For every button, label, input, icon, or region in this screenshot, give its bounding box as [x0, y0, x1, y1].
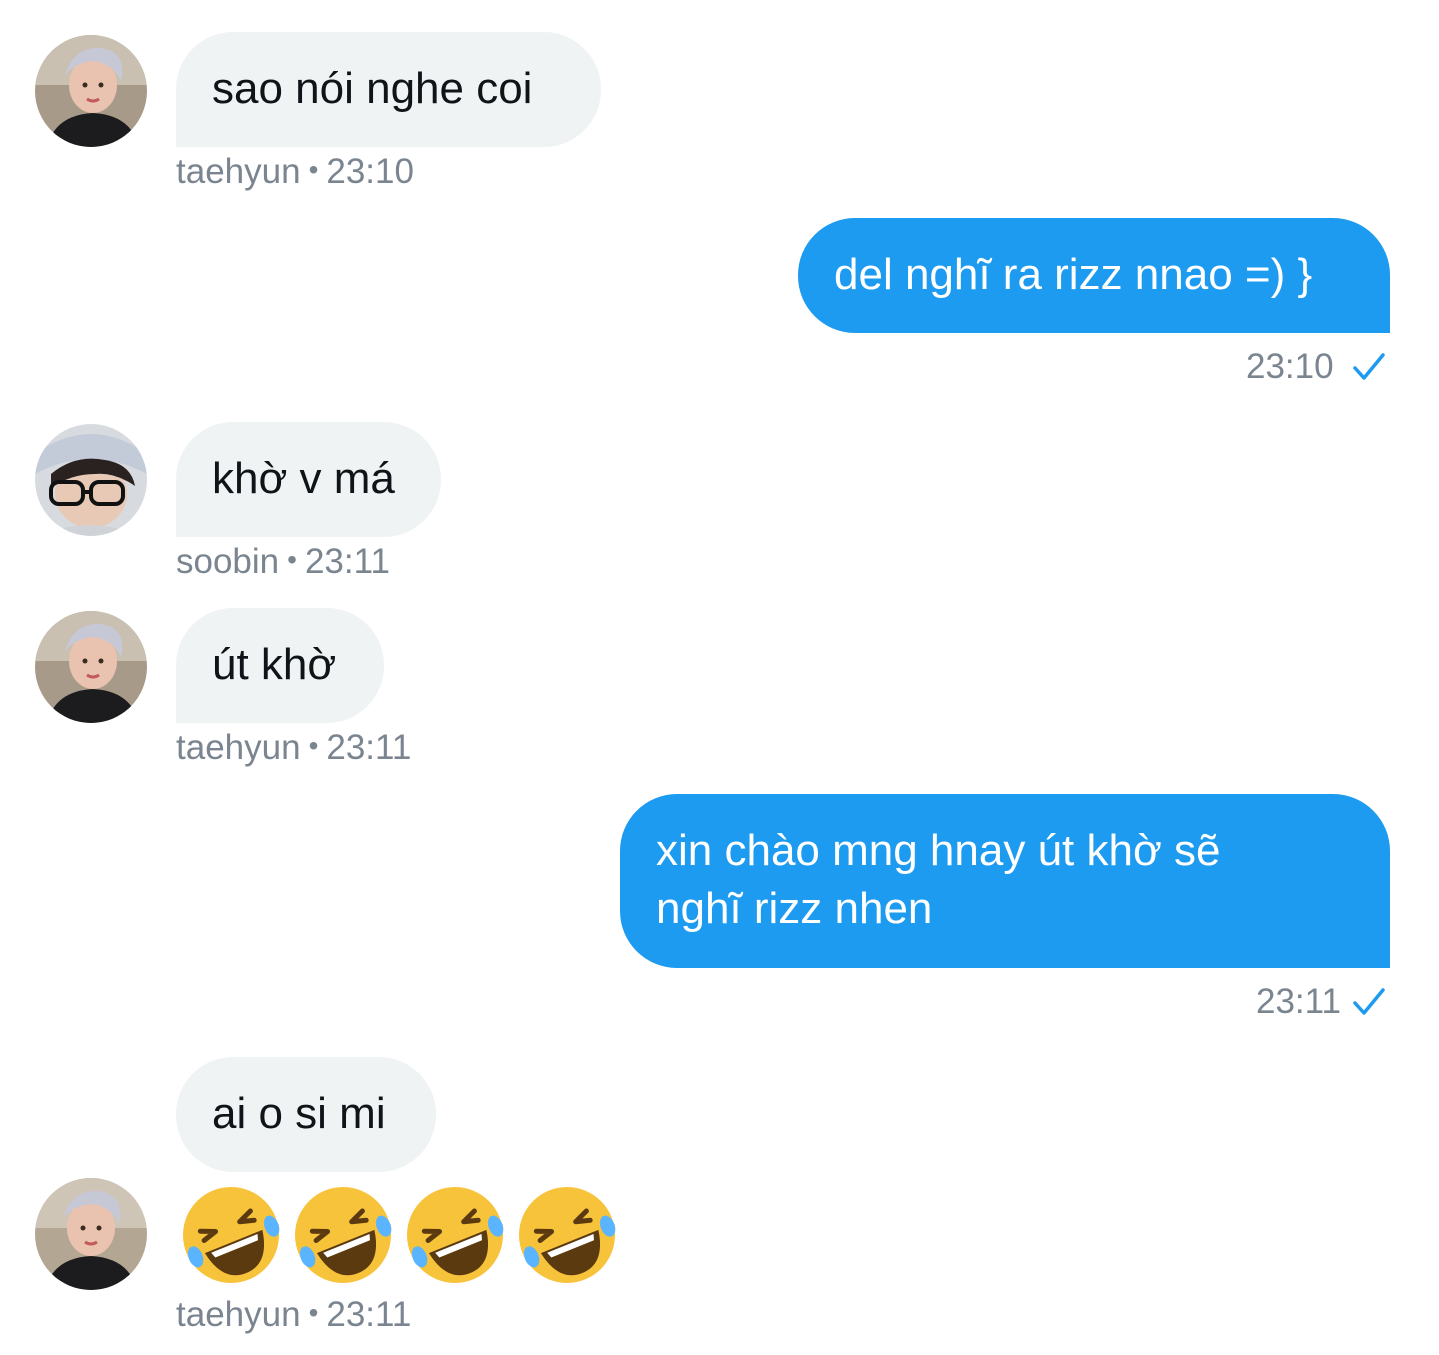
separator-dot: •	[308, 1297, 319, 1328]
taehyun-avatar-image	[35, 35, 147, 147]
taehyun-avatar-image	[35, 611, 147, 723]
message-meta: taehyun • 23:11	[176, 728, 411, 770]
timestamp: 23:11	[326, 1295, 412, 1334]
avatar[interactable]	[35, 424, 147, 536]
message-text: út khờ	[212, 640, 337, 689]
timestamp: 23:10	[326, 152, 414, 191]
avatar[interactable]	[35, 611, 147, 723]
message-text-line: nghĩ rizz nhen	[656, 884, 933, 933]
timestamp: 23:11	[1256, 982, 1341, 1021]
message-meta: soobin • 23:11	[176, 542, 390, 584]
message-bubble[interactable]: út khờ	[176, 608, 384, 723]
rolling-on-floor-laughing-icon	[295, 1187, 392, 1283]
separator-dot: •	[308, 154, 319, 185]
message-meta: 23:11	[1256, 982, 1341, 1022]
avatar[interactable]	[35, 35, 147, 147]
separator-dot: •	[308, 730, 319, 761]
rolling-on-floor-laughing-icon	[183, 1187, 280, 1283]
message-bubble[interactable]: khờ v má	[176, 422, 441, 537]
timestamp: 23:11	[326, 728, 412, 767]
message-text: sao nói nghe coi	[212, 64, 533, 113]
timestamp: 23:10	[1246, 347, 1334, 386]
sender-name[interactable]: taehyun	[176, 1295, 301, 1334]
taehyun-avatar-image	[35, 1178, 147, 1290]
message-text: ai o si mi	[212, 1089, 386, 1138]
message-bubble[interactable]: ai o si mi	[176, 1057, 436, 1172]
message-bubble[interactable]: del nghĩ ra rizz nnao =) }	[798, 218, 1390, 333]
separator-dot: •	[287, 544, 297, 575]
checkmark-icon	[1353, 988, 1385, 1015]
message-meta: taehyun • 23:10	[176, 152, 414, 194]
message-bubble[interactable]: sao nói nghe coi	[176, 32, 601, 147]
message-meta: 23:10	[1246, 347, 1334, 387]
rolling-on-floor-laughing-icon	[519, 1187, 616, 1283]
emoji-message[interactable]	[176, 1180, 622, 1290]
message-text-line: xin chào mng hnay út khờ sẽ	[656, 826, 1221, 875]
avatar[interactable]	[35, 1178, 147, 1290]
sender-name[interactable]: taehyun	[176, 728, 301, 767]
sender-name[interactable]: taehyun	[176, 152, 301, 191]
message-text: del nghĩ ra rizz nnao =) }	[834, 250, 1313, 299]
message-bubble[interactable]: xin chào mng hnay út khờ sẽ nghĩ rizz nh…	[620, 794, 1390, 968]
rolling-on-floor-laughing-icon	[407, 1187, 504, 1283]
timestamp: 23:11	[304, 542, 390, 581]
soobin-avatar-image	[35, 424, 147, 536]
message-text: khờ v má	[212, 454, 395, 503]
sender-name[interactable]: soobin	[176, 542, 279, 581]
checkmark-icon	[1353, 353, 1385, 380]
message-meta: taehyun • 23:11	[176, 1295, 411, 1337]
